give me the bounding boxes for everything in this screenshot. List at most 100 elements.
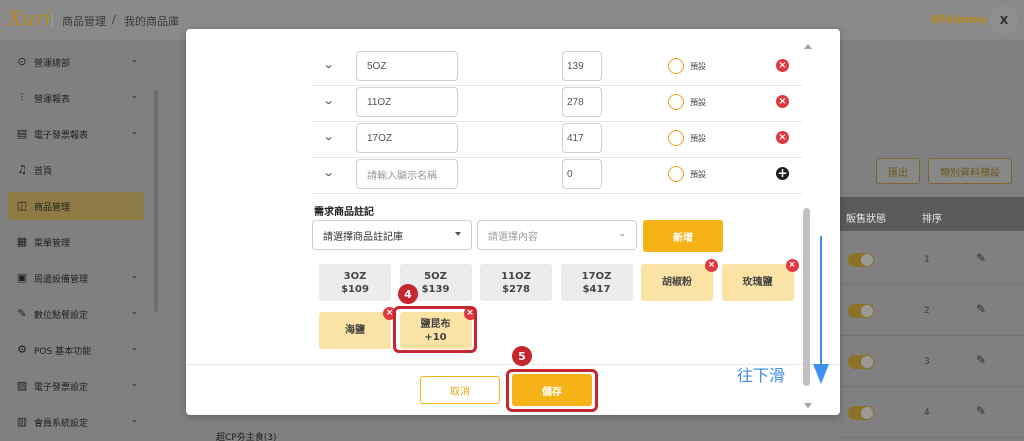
scroll-down-icon[interactable] (804, 403, 812, 408)
sidebar-item-9[interactable]: ▧ 電子發票設定 ⌄ (8, 372, 144, 400)
edit-icon[interactable]: ✎ (976, 302, 986, 316)
app-logo[interactable]: Xuri (8, 6, 51, 30)
step-4-badge: 4 (398, 284, 418, 304)
bell-icon: ♫ (17, 163, 27, 176)
order-value: 2 (924, 306, 930, 316)
option-name-input[interactable]: 請輸入顯示名稱 (356, 159, 458, 189)
edit-icon[interactable]: ✎ (976, 251, 986, 265)
sidebar-scrollbar[interactable] (154, 90, 158, 312)
highlight-box-step5 (506, 369, 598, 412)
gear-icon: ⚙ (17, 343, 27, 356)
user-name[interactable]: XFkimmy (930, 13, 987, 26)
option-name-input[interactable]: 17OZ (356, 123, 458, 153)
sidebar-item-label: 周邊設備管理 (34, 274, 89, 285)
sidebar-item-10[interactable]: ▥ 會員系統設定 ⌄ (8, 408, 144, 436)
sale-status-toggle[interactable] (848, 406, 874, 420)
sidebar-item-4[interactable]: ◫ 商品管理 (8, 192, 144, 220)
order-value: 1 (924, 255, 930, 265)
sidebar-item-7[interactable]: ✎ 數位點餐設定 ⌄ (8, 300, 144, 328)
chevron-down-icon: ⌄ (130, 91, 138, 101)
chevron-down-icon[interactable]: ⌄ (322, 130, 335, 143)
grid-icon: ▦ (16, 235, 28, 248)
sidebar-item-3[interactable]: ♫ 首頁 (8, 156, 144, 184)
chevron-down-icon[interactable]: ⌄ (322, 94, 335, 107)
category-default-button[interactable]: 類別資料預設 (928, 158, 1012, 184)
scroll-down-hint: 往下滑 (737, 366, 786, 385)
chip-label: 11OZ (501, 270, 531, 282)
scrollbar-thumb[interactable] (803, 208, 810, 386)
note-chip[interactable]: 3OZ $109 (319, 264, 391, 301)
highlight-box-step4 (393, 306, 477, 353)
product-edit-modal: ⌄ 5OZ 139 預設 × ⌄ 11OZ 278 預設 × ⌄ 17OZ 417 預設 × ⌄ 請輸入顯示名稱… (186, 29, 840, 415)
sidebar-item-1[interactable]: ⫶ 營運報表 ⌄ (8, 84, 144, 112)
row-divider (312, 121, 802, 122)
sidebar-item-label: 電子發票報表 (34, 130, 89, 141)
chip-label: 5OZ (424, 270, 447, 282)
sidebar-item-5[interactable]: ▦ 菜單管理 (8, 228, 144, 256)
sidebar-item-label: 營運總部 (34, 58, 71, 69)
breadcrumb-my-products: 我的商品庫 (124, 15, 179, 28)
add-option-icon[interactable]: + (776, 167, 789, 180)
sidebar-item-label: 菜單管理 (34, 238, 71, 249)
card-icon: ▥ (16, 415, 28, 428)
notes-library-select[interactable]: 請選擇商品註記庫 (312, 220, 472, 250)
notes-content-select[interactable]: 請選擇內容 ⌄ (477, 220, 637, 250)
chip-label: 胡椒粉 (662, 277, 692, 288)
remove-chip-icon[interactable]: × (785, 259, 799, 272)
sale-status-toggle[interactable] (848, 304, 874, 318)
chip-price: $278 (502, 283, 530, 295)
sidebar-item-label: 電子發票設定 (34, 382, 89, 393)
option-price-input[interactable]: 417 (562, 123, 602, 153)
sidebar-item-0[interactable]: ⊙ 營運總部 ⌄ (8, 48, 144, 76)
sidebar-item-8[interactable]: ⚙ POS 基本功能 ⌄ (8, 336, 144, 364)
note-chip[interactable]: 玫瑰鹽 × (721, 259, 799, 301)
chevron-down-icon[interactable]: ⌄ (322, 58, 335, 71)
scroll-down-arrow-icon (813, 236, 829, 384)
row-divider (312, 193, 802, 194)
default-label: 預設 (690, 170, 706, 179)
delete-option-icon[interactable]: × (776, 95, 789, 108)
default-radio[interactable] (668, 130, 684, 146)
edit-icon[interactable]: ✎ (976, 404, 986, 418)
remove-chip-icon[interactable]: × (705, 259, 718, 272)
export-button[interactable]: 匯出 (876, 158, 920, 184)
add-note-button[interactable]: 新增 (643, 220, 723, 252)
note-chip[interactable]: 胡椒粉 × (641, 259, 718, 301)
chevron-down-icon: ⌄ (130, 127, 138, 137)
breadcrumb-product-management[interactable]: 商品管理 (62, 13, 106, 29)
note-chip[interactable]: 17OZ $417 (560, 264, 633, 301)
sale-status-toggle[interactable] (848, 355, 874, 369)
column-status: 販售狀態 (846, 214, 886, 225)
sale-status-toggle[interactable] (848, 253, 874, 267)
option-name-input[interactable]: 5OZ (356, 51, 458, 81)
delete-option-icon[interactable]: × (776, 59, 789, 72)
delete-option-icon[interactable]: × (776, 131, 789, 144)
default-radio[interactable] (668, 94, 684, 110)
sidebar-item-label: 數位點餐設定 (34, 310, 89, 321)
option-price-input[interactable]: 0 (562, 159, 602, 189)
breadcrumb-separator: / (112, 13, 116, 26)
default-radio[interactable] (668, 58, 684, 74)
row-divider (312, 157, 802, 158)
option-price-input[interactable]: 139 (562, 51, 602, 81)
option-name-input[interactable]: 11OZ (356, 87, 458, 117)
scroll-up-icon[interactable] (804, 44, 812, 49)
option-price-input[interactable]: 278 (562, 87, 602, 117)
chip-label: 17OZ (581, 270, 612, 282)
sidebar-item-2[interactable]: ▤ 電子發票報表 ⌄ (8, 120, 144, 148)
column-order: 排序 (922, 214, 942, 225)
chevron-down-icon[interactable]: ⌄ (322, 166, 335, 179)
printer-icon: ▣ (16, 271, 28, 284)
sidebar-item-label: 營運報表 (34, 94, 71, 105)
edit-icon[interactable]: ✎ (976, 353, 986, 367)
cancel-button[interactable]: 取消 (420, 376, 500, 404)
avatar[interactable]: X (990, 6, 1018, 34)
note-chip[interactable]: 海鹽 × (319, 307, 396, 349)
chevron-down-icon: ⌄ (130, 55, 138, 65)
note-chip[interactable]: 11OZ $278 (480, 264, 552, 301)
default-radio[interactable] (668, 166, 684, 182)
chip-price: $109 (341, 283, 369, 295)
edit-icon: ✎ (17, 307, 27, 320)
chevron-down-icon: ⌄ (130, 379, 138, 389)
sidebar-item-6[interactable]: ▣ 周邊設備管理 ⌄ (8, 264, 144, 292)
